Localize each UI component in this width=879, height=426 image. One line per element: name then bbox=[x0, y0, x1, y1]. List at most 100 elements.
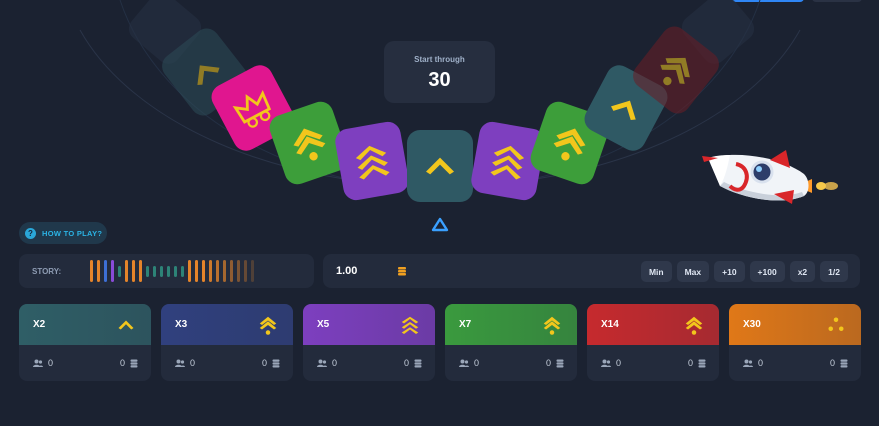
story-bar bbox=[174, 265, 177, 277]
players-count: 0 bbox=[474, 358, 480, 368]
story-bar bbox=[223, 260, 226, 282]
story-label: STORY: bbox=[32, 266, 62, 276]
players-count: 0 bbox=[758, 358, 764, 368]
coins-icon bbox=[414, 359, 422, 367]
story-bar bbox=[118, 265, 121, 277]
coins-icon bbox=[398, 267, 406, 276]
bet-cards: X2 0 0 X3 0 0 X5 0 0 X7 0 0 X14 0 0 X30 … bbox=[19, 304, 861, 381]
bet-card-x2[interactable]: X2 0 0 bbox=[19, 304, 151, 381]
multiplier-label: X2 bbox=[33, 319, 46, 330]
bet-card-x14[interactable]: X14 0 0 bbox=[587, 304, 719, 381]
story-history bbox=[90, 259, 254, 283]
players-count: 0 bbox=[48, 358, 54, 368]
coins-icon bbox=[840, 359, 848, 367]
story-bar bbox=[244, 260, 247, 282]
bet-total: 0 bbox=[829, 358, 835, 368]
wheel-pointer-icon bbox=[431, 217, 449, 232]
bet-panel: 1.00 Min Max +10 +100 x2 1/2 bbox=[323, 254, 860, 288]
story-bar bbox=[202, 260, 205, 282]
players-icon bbox=[459, 359, 469, 367]
rocket-icon bbox=[702, 150, 838, 204]
bet-total: 0 bbox=[687, 358, 693, 368]
bet-card-footer: 0 0 bbox=[729, 345, 861, 381]
story-bar bbox=[237, 260, 240, 282]
question-icon: ? bbox=[25, 227, 36, 239]
story-bar bbox=[146, 265, 149, 277]
quick-bet-button[interactable]: Min bbox=[640, 261, 672, 282]
quick-bet-button[interactable]: +100 bbox=[749, 261, 785, 282]
wheel-tile-bg bbox=[335, 121, 409, 201]
bet-card-footer: 0 0 bbox=[587, 345, 719, 381]
bet-card-footer: 0 0 bbox=[445, 345, 577, 381]
players-icon bbox=[743, 359, 753, 367]
players-count: 0 bbox=[190, 358, 196, 368]
bet-total: 0 bbox=[119, 358, 125, 368]
wheel-tile-x5 bbox=[335, 121, 409, 201]
bet-total: 0 bbox=[403, 358, 409, 368]
bet-amount-input[interactable]: 1.00 bbox=[336, 265, 357, 277]
chevron-star-icon bbox=[685, 316, 703, 335]
story-bar bbox=[104, 260, 107, 282]
timer-label: Start through bbox=[414, 55, 465, 64]
quick-bet-buttons: Min Max +10 +100 x2 1/2 bbox=[640, 261, 848, 282]
stars-icon bbox=[828, 317, 844, 331]
story-bar bbox=[90, 260, 93, 282]
bet-total: 0 bbox=[545, 358, 551, 368]
bet-card-header[interactable]: X30 bbox=[729, 304, 861, 345]
story-bar bbox=[125, 260, 128, 282]
multiplier-label: X30 bbox=[743, 319, 761, 330]
bet-card-header[interactable]: X14 bbox=[587, 304, 719, 345]
how-to-play-label: HOW TO PLAY? bbox=[42, 228, 103, 238]
bet-card-header[interactable]: X3 bbox=[161, 304, 293, 345]
bet-card-footer: 0 0 bbox=[161, 345, 293, 381]
quick-bet-button[interactable]: Max bbox=[676, 261, 710, 282]
wheel-tile-x2 bbox=[407, 130, 473, 202]
chevron-star-icon bbox=[259, 316, 277, 335]
wheel-tile-bg bbox=[407, 130, 473, 202]
bet-card-header[interactable]: X7 bbox=[445, 304, 577, 345]
story-bar bbox=[167, 265, 170, 277]
players-count: 0 bbox=[616, 358, 622, 368]
players-icon bbox=[317, 359, 327, 367]
story-panel: STORY: bbox=[19, 254, 314, 288]
players-count: 0 bbox=[332, 358, 338, 368]
story-bar bbox=[153, 265, 156, 277]
story-bar bbox=[216, 260, 219, 282]
story-bar bbox=[111, 260, 114, 282]
chevron-icon bbox=[118, 320, 134, 330]
story-bar bbox=[97, 260, 100, 282]
multiplier-label: X3 bbox=[175, 319, 188, 330]
story-bar bbox=[132, 260, 135, 282]
players-icon bbox=[601, 359, 611, 367]
story-bar bbox=[230, 260, 233, 282]
players-icon bbox=[175, 359, 185, 367]
coins-icon bbox=[698, 359, 706, 367]
bet-card-x5[interactable]: X5 0 0 bbox=[303, 304, 435, 381]
chevron-star-icon bbox=[543, 316, 561, 335]
multiplier-label: X5 bbox=[317, 319, 330, 330]
triple-chevron-icon bbox=[401, 316, 419, 334]
how-to-play-button[interactable]: ? HOW TO PLAY? bbox=[19, 222, 107, 244]
start-timer: Start through 30 bbox=[384, 41, 495, 103]
bet-card-x7[interactable]: X7 0 0 bbox=[445, 304, 577, 381]
multiplier-label: X7 bbox=[459, 319, 472, 330]
bet-total: 0 bbox=[261, 358, 267, 368]
story-bar bbox=[188, 260, 191, 282]
bet-card-x3[interactable]: X3 0 0 bbox=[161, 304, 293, 381]
bet-card-footer: 0 0 bbox=[303, 345, 435, 381]
story-bar bbox=[139, 260, 142, 282]
quick-bet-button[interactable]: x2 bbox=[789, 261, 816, 282]
players-icon bbox=[33, 359, 43, 367]
multiplier-label: X14 bbox=[601, 319, 619, 330]
story-bar bbox=[209, 260, 212, 282]
quick-bet-button[interactable]: +10 bbox=[714, 261, 745, 282]
story-bar bbox=[160, 265, 163, 277]
bet-card-header[interactable]: X5 bbox=[303, 304, 435, 345]
quick-bet-button[interactable]: 1/2 bbox=[820, 261, 848, 282]
coins-icon bbox=[130, 359, 138, 367]
bet-card-x30[interactable]: X30 0 0 bbox=[729, 304, 861, 381]
story-bar bbox=[181, 265, 184, 277]
bet-card-header[interactable]: X2 bbox=[19, 304, 151, 345]
bet-card-footer: 0 0 bbox=[19, 345, 151, 381]
story-bar bbox=[251, 260, 254, 282]
